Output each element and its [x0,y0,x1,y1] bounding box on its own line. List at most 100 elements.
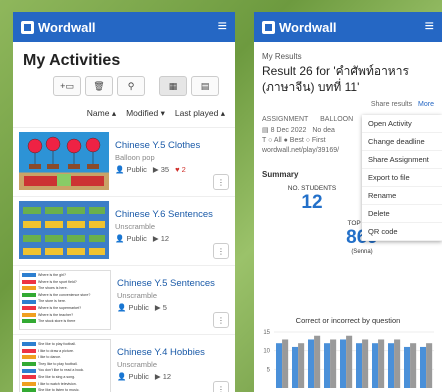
color-tag-icon [22,273,36,278]
user-icon: 👤 Public [115,234,147,243]
menu-rename[interactable]: Rename [362,187,442,205]
students-value: 12 [301,192,323,214]
menu-qr-code[interactable]: QR code [362,223,442,241]
activity-title[interactable]: Chinese Y.5 Clothes [115,140,200,151]
students-label: NO. STUDENTS [287,185,337,193]
activity-title[interactable]: Chinese Y.6 Sentences [115,209,213,220]
user-icon: 👤 Public [115,165,147,174]
more-link[interactable]: More [418,101,434,108]
bar [410,343,417,388]
assignment-label: ASSIGNMENT [262,116,309,124]
sort-name[interactable]: Name ▴ [87,108,116,119]
user-icon: 👤 Public [117,372,149,381]
delete-button[interactable]: 🗑 [85,76,113,96]
menu-share-assignment[interactable]: Share Assignment [362,151,442,169]
bar [298,343,305,388]
sentence-list: Where is the girl? Where is the sport fie… [20,271,110,326]
color-tag-icon [22,375,36,380]
result-title: Result 26 for 'คำศัพท์อาหาร (ภาษาจีน) บท… [262,64,409,95]
heart-icon: ♥ 2 [175,165,186,174]
activity-thumbnail: Where is the girl? Where is the sport fie… [19,270,111,330]
activity-title[interactable]: Chinese Y.4 Hobbies [117,347,205,358]
activity-thumbnail [19,201,109,259]
my-activities-screen: Wordwall ≡ My Activities +▭ 🗑 ⚲ ▦ ▤ Name… [13,12,235,392]
more-options-button[interactable]: ⋮ [213,381,229,392]
list-view-button[interactable]: ▤ [191,76,219,96]
top-bar: Wordwall ≡ [13,12,235,42]
menu-change-deadline[interactable]: Change deadline [362,133,442,151]
plays-icon: ▶ 12 [154,372,172,381]
color-tag-icon [22,368,36,373]
activity-type: Unscramble [115,222,156,231]
more-options-button[interactable]: ⋮ [213,174,229,190]
activity-item[interactable]: She like to play football. I like to draw… [13,334,235,392]
menu-open-activity[interactable]: Open Activity [362,115,442,133]
bar [330,339,337,388]
sentence-row: The shoes is here. [22,285,108,292]
activity-item[interactable]: Chinese Y.6 Sentences Unscramble 👤 Publi… [13,196,235,265]
logo[interactable]: Wordwall [21,20,96,35]
activity-item[interactable]: Chinese Y.5 Clothes Balloon pop 👤 Public… [13,127,235,196]
bar [404,346,411,388]
calendar-icon: ▤ [262,127,269,135]
more-options-button[interactable]: ⋮ [213,312,229,328]
bar [426,343,433,388]
user-icon: 👤 Public [117,303,149,312]
bar [276,343,283,388]
sort-last-played[interactable]: Last played ▴ [175,108,225,119]
color-tag-icon [22,319,36,324]
balloon-pop-thumbnail-icon [24,136,104,186]
sentence-row: She like to sing a song. [22,374,108,381]
logo[interactable]: Wordwall [262,20,337,35]
grid-view-button[interactable]: ▦ [159,76,187,96]
bar [362,339,369,388]
share-results-link[interactable]: Share results [371,101,412,108]
wordwall-logo-icon [262,20,275,34]
top-bar: Wordwall ≡ [254,12,442,42]
more-options-button[interactable]: ⋮ [213,243,229,259]
question-chart: 5 10 15 [254,328,442,392]
menu-export[interactable]: Export to file [362,169,442,187]
menu-delete[interactable]: Delete [362,205,442,223]
menu-icon[interactable]: ≡ [218,19,227,35]
sentence-row: You don't like to read a book. [22,367,108,374]
plays-icon: ▶ 5 [154,303,167,312]
sentence-row: Where is the teacher? [22,312,108,319]
breadcrumb[interactable]: My Results [262,52,434,61]
bar [314,335,321,388]
new-folder-button[interactable]: +▭ [53,76,81,96]
activity-title[interactable]: Chinese Y.5 Sentences [117,278,215,289]
color-tag-icon [22,279,36,284]
sentence-list: She like to play football. I like to draw… [20,340,110,392]
toolbar: +▭ 🗑 ⚲ ▦ ▤ [53,76,225,96]
bar [292,346,299,388]
menu-icon[interactable]: ≡ [425,19,434,35]
color-tag-icon [22,381,36,386]
activity-type: Balloon pop [115,153,155,162]
sentence-row: The stock store is there [22,318,108,325]
color-tag-icon [22,286,36,291]
color-tag-icon [22,293,36,298]
activity-meta: 👤 Public ▶ 35 ♥ 2 [115,165,200,174]
brand-name: Wordwall [38,19,96,35]
bar [340,339,347,388]
sentence-row: I like to watch television. [22,381,108,388]
sentence-row: I like to draw a picture. [22,348,108,355]
activity-item[interactable]: Where is the girl? Where is the sport fie… [13,265,235,334]
sentence-row: Where is the supermarket? [22,305,108,312]
sort-modified[interactable]: Modified ▾ [126,108,165,119]
unscramble-thumbnail-icon [23,207,105,255]
bar [356,343,363,388]
activity-meta: 👤 Public ▶ 5 [117,303,215,312]
page-title: My Activities [23,52,121,69]
activity-meta: 👤 Public ▶ 12 [115,234,213,243]
bar [378,339,385,388]
plays-icon: ▶ 12 [152,234,170,243]
template-label: BALLOON [320,116,354,124]
bar [394,339,401,388]
sort-bar: Name ▴ Modified ▾ Last played ▴ [23,108,225,119]
context-menu: Open Activity Change deadline Share Assi… [362,115,442,241]
search-button[interactable]: ⚲ [117,76,145,96]
bar [346,335,353,388]
color-tag-icon [22,306,36,311]
